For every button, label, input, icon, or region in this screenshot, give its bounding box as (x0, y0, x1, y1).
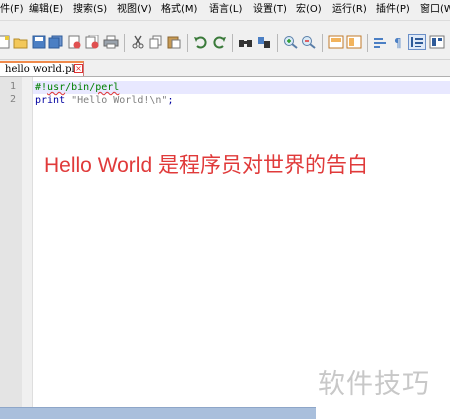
tab-hello-world[interactable]: hello world.pl × (0, 61, 84, 76)
watermark: 软件技巧 (318, 369, 430, 400)
toolbar-separator (187, 34, 188, 52)
menu-language[interactable]: 语言(L) (209, 3, 242, 16)
code-punctuation: ; (167, 95, 174, 106)
horizontal-scrollbar[interactable] (0, 407, 316, 419)
code-token: #! (35, 82, 48, 93)
close-all-icon[interactable] (84, 35, 100, 49)
code-string: "Hello World!\n" (71, 95, 168, 106)
line-number: 2 (9, 94, 16, 105)
code-editor[interactable]: 1 2 #!usr/bin/perl print "Hello World!\n… (0, 77, 450, 407)
close-icon[interactable] (66, 35, 82, 49)
toolbar-separator (232, 34, 233, 52)
tab-label: hello world.pl (5, 64, 75, 75)
copy-icon[interactable] (148, 35, 164, 49)
code-line-shebang[interactable]: #!usr/bin/perl (35, 81, 119, 94)
fold-margin (22, 77, 33, 407)
menu-search[interactable]: 搜索(S) (73, 3, 107, 16)
menu-bar: 件(F) 编辑(E) 搜索(S) 视图(V) 格式(M) 语言(L) 设置(T)… (0, 0, 450, 21)
menu-plugins[interactable]: 插件(P) (376, 3, 410, 16)
zoom-out-icon[interactable] (301, 35, 317, 49)
undo-icon[interactable] (193, 35, 209, 49)
menu-run[interactable]: 运行(R) (332, 3, 367, 16)
find-icon[interactable] (238, 35, 254, 49)
code-token: /bin/ (65, 82, 96, 93)
replace-icon[interactable] (256, 35, 272, 49)
save-all-icon[interactable] (48, 35, 64, 49)
toolbar-separator (367, 34, 368, 52)
menu-file[interactable]: 件(F) (0, 3, 24, 16)
toolbar-separator (322, 34, 323, 52)
sync-h-icon[interactable] (346, 35, 362, 49)
show-all-chars-icon[interactable]: ¶ (391, 35, 407, 49)
sync-v-icon[interactable] (328, 35, 344, 49)
word-wrap-icon[interactable] (373, 35, 389, 49)
print-icon[interactable] (103, 35, 119, 49)
toolbar-separator (124, 34, 125, 52)
zoom-in-icon[interactable] (283, 35, 299, 49)
code-keyword: print (35, 95, 72, 106)
menu-macro[interactable]: 宏(O) (296, 3, 322, 16)
toolbar-separator (277, 34, 278, 52)
redo-icon[interactable] (211, 35, 227, 49)
cut-icon[interactable] (130, 35, 146, 49)
line-number-gutter: 1 2 (0, 77, 22, 407)
code-token-misspelled: usr (47, 82, 66, 93)
open-file-icon[interactable] (13, 35, 29, 49)
paste-icon[interactable] (166, 35, 182, 49)
tab-close-icon[interactable]: × (74, 64, 83, 73)
line-number: 1 (9, 81, 16, 92)
menu-settings[interactable]: 设置(T) (253, 3, 287, 16)
menu-window[interactable]: 窗口(W (420, 3, 450, 16)
save-icon[interactable] (31, 35, 47, 49)
menu-format[interactable]: 格式(M) (161, 3, 197, 16)
toolbar: ¶ (0, 21, 450, 60)
tab-bar: hello world.pl × (0, 60, 450, 77)
menu-view[interactable]: 视图(V) (117, 3, 152, 16)
caption-overlay: Hello World 是程序员对世界的告白 (44, 154, 368, 177)
indent-guide-icon[interactable] (408, 34, 426, 50)
user-lang-icon[interactable] (429, 35, 445, 49)
new-file-icon[interactable] (0, 35, 12, 49)
svg-text:¶: ¶ (394, 36, 402, 49)
menu-edit[interactable]: 编辑(E) (29, 3, 63, 16)
code-line-print[interactable]: print "Hello World!\n"; (35, 94, 173, 107)
code-token-misspelled: perl (95, 82, 120, 93)
